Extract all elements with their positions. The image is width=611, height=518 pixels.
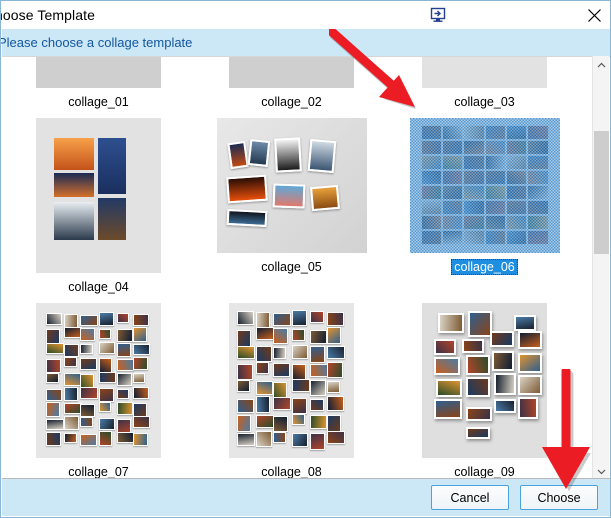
thumbnail-placeholder	[36, 57, 161, 88]
template-thumbnail[interactable]	[216, 118, 367, 253]
scrollbar-thumb[interactable]	[594, 131, 609, 254]
choose-template-dialog: hoose Template Please choose a collage t…	[0, 0, 611, 518]
template-thumbnail[interactable]	[36, 118, 161, 273]
template-list[interactable]: collage_01 collage_02 collage_03 collage…	[2, 56, 610, 480]
template-grid: collage_01 collage_02 collage_03 collage…	[2, 57, 594, 480]
template-item-collage-08[interactable]: collage_08	[195, 295, 388, 480]
template-thumbnail[interactable]	[422, 57, 547, 88]
template-thumbnail[interactable]	[422, 303, 547, 458]
close-icon[interactable]	[583, 4, 605, 26]
thumbnail-placeholder	[229, 57, 354, 88]
template-row: collage_01 collage_02 collage_03	[2, 57, 594, 110]
template-item-collage-01[interactable]: collage_01	[2, 57, 195, 110]
template-item-collage-04[interactable]: collage_04	[2, 110, 195, 295]
template-item-collage-03[interactable]: collage_03	[388, 57, 581, 110]
instruction-banner: Please choose a collage template	[0, 29, 610, 56]
template-item-collage-09[interactable]: collage_09	[388, 295, 581, 480]
template-thumbnail[interactable]	[36, 303, 161, 458]
template-caption: collage_03	[454, 95, 515, 109]
template-item-collage-02[interactable]: collage_02	[195, 57, 388, 110]
template-caption: collage_04	[68, 280, 129, 294]
dialog-footer: Cancel Choose	[2, 478, 610, 516]
template-thumbnail[interactable]	[229, 303, 354, 458]
template-item-collage-06[interactable]: collage_06	[388, 110, 581, 295]
template-item-collage-05[interactable]: collage_05	[195, 110, 388, 295]
title-bar: hoose Template	[0, 1, 610, 29]
chevron-up-icon[interactable]	[593, 56, 610, 73]
template-row: collage_04 collage_05 collage_06	[2, 110, 594, 295]
instruction-text: Please choose a collage template	[0, 35, 193, 50]
vertical-scrollbar[interactable]	[592, 56, 609, 480]
monitor-arrow-icon	[429, 6, 447, 24]
template-caption: collage_05	[261, 260, 322, 274]
template-row: collage_07 collage_08 collage_09	[2, 295, 594, 480]
template-thumbnail-selected[interactable]	[409, 118, 560, 253]
template-caption: collage_01	[68, 95, 129, 109]
cancel-button[interactable]: Cancel	[431, 485, 509, 510]
choose-button[interactable]: Choose	[520, 485, 598, 510]
template-caption: collage_02	[261, 95, 322, 109]
page-title: hoose Template	[0, 7, 95, 23]
template-caption-selected: collage_06	[451, 259, 518, 275]
template-item-collage-07[interactable]: collage_07	[2, 295, 195, 480]
template-thumbnail[interactable]	[229, 57, 354, 88]
template-thumbnail[interactable]	[36, 57, 161, 88]
